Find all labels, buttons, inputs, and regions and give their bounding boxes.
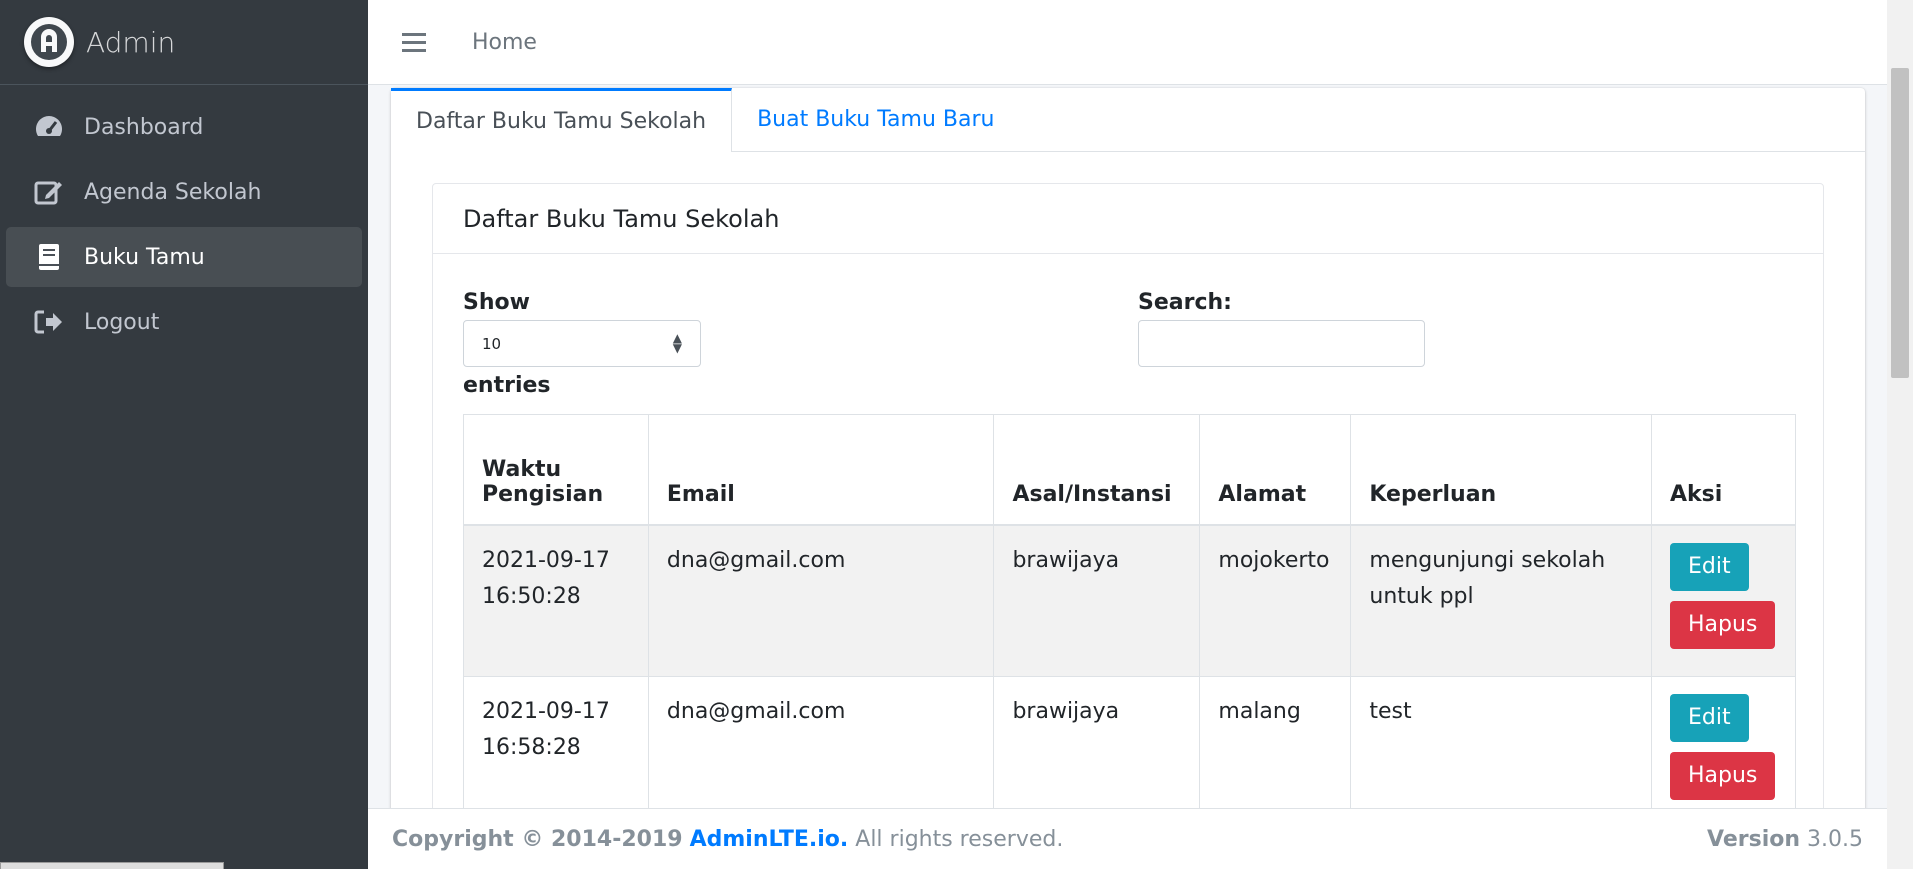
show-label: Show — [463, 290, 530, 315]
cell-alamat: malang — [1199, 675, 1352, 828]
table-header-row: Waktu Pengisian Email Asal/Instansi Alam… — [463, 414, 1797, 526]
top-navbar: Home — [368, 0, 1887, 85]
entries-label: entries — [463, 373, 551, 398]
version-info: Version 3.0.5 — [1707, 827, 1863, 852]
home-link[interactable]: Home — [472, 30, 537, 55]
column-header-keperluan[interactable]: Keperluan — [1350, 414, 1652, 526]
table-controls: Show 10 ▲ ▼ entries Search: — [433, 254, 1823, 414]
version-label: Version — [1707, 826, 1801, 852]
cell-keperluan: mengunjungi sekolah untuk ppl — [1350, 524, 1652, 677]
scrollbar-thumb[interactable] — [1891, 68, 1909, 378]
sidebar-nav: Dashboard Agenda Sekolah Buku Tamu Logou… — [0, 85, 368, 369]
table-row: 2021-09-17 16:58:28 dna@gmail.com brawij… — [463, 675, 1797, 828]
card-title: Daftar Buku Tamu Sekolah — [433, 184, 1823, 254]
cell-email: dna@gmail.com — [647, 675, 995, 828]
sidebar-item-logout[interactable]: Logout — [6, 292, 362, 352]
brand-text: Admin — [86, 25, 176, 59]
search-input[interactable] — [1138, 320, 1425, 367]
guestbook-table: Waktu Pengisian Email Asal/Instansi Alam… — [463, 414, 1797, 828]
cell-asal: brawijaya — [993, 675, 1201, 828]
search-label: Search: — [1138, 290, 1232, 315]
cell-keperluan: test — [1350, 675, 1652, 828]
adminlte-link[interactable]: AdminLTE.io. — [690, 827, 849, 852]
delete-button[interactable]: Hapus — [1669, 600, 1776, 649]
guestbook-card: Daftar Buku Tamu Sekolah Show 10 ▲ ▼ entr… — [432, 183, 1824, 869]
delete-button[interactable]: Hapus — [1669, 751, 1776, 800]
sidebar-item-label: Logout — [84, 309, 160, 335]
cell-alamat: mojokerto — [1199, 524, 1352, 677]
sign-out-icon — [34, 307, 64, 337]
column-header-aksi[interactable]: Aksi — [1650, 414, 1797, 526]
tab-buat-buku-tamu-baru[interactable]: Buat Buku Tamu Baru — [732, 88, 1019, 151]
cell-waktu: 2021-09-17 16:50:28 — [463, 524, 649, 677]
main-footer: Copyright © 2014-2019 AdminLTE.io. All r… — [368, 808, 1887, 869]
cell-asal: brawijaya — [993, 524, 1201, 677]
cell-aksi: Edit Hapus — [1650, 675, 1797, 828]
sidebar-item-label: Agenda Sekolah — [84, 179, 262, 205]
entries-select[interactable]: 10 ▲ ▼ — [463, 320, 701, 367]
column-header-asal[interactable]: Asal/Instansi — [993, 414, 1201, 526]
entries-select-value: 10 — [482, 334, 502, 353]
cell-email: dna@gmail.com — [647, 524, 995, 677]
tab-daftar-buku-tamu[interactable]: Daftar Buku Tamu Sekolah — [391, 88, 733, 152]
rights-text: All rights reserved. — [855, 826, 1064, 852]
brand-link[interactable]: Admin — [0, 0, 368, 85]
main-sidebar: Admin Dashboard Agenda Sekolah Buku Tamu… — [0, 0, 368, 869]
tab-bar: Daftar Buku Tamu Sekolah Buat Buku Tamu … — [391, 88, 1865, 152]
main-card: Daftar Buku Tamu Sekolah Buat Buku Tamu … — [391, 88, 1865, 869]
tachometer-icon — [34, 112, 64, 142]
version-number: 3.0.5 — [1807, 826, 1863, 852]
sidebar-item-label: Dashboard — [84, 114, 204, 140]
sidebar-item-agenda-sekolah[interactable]: Agenda Sekolah — [6, 162, 362, 222]
column-header-email[interactable]: Email — [647, 414, 995, 526]
sidebar-item-dashboard[interactable]: Dashboard — [6, 97, 362, 157]
sidebar-item-label: Buku Tamu — [84, 244, 205, 270]
page-scrollbar[interactable] — [1887, 0, 1913, 869]
table-row: 2021-09-17 16:50:28 dna@gmail.com brawij… — [463, 524, 1797, 677]
column-header-alamat[interactable]: Alamat — [1199, 414, 1352, 526]
sort-caret-icon: ▲ ▼ — [672, 331, 682, 355]
sidebar-item-buku-tamu[interactable]: Buku Tamu — [6, 227, 362, 287]
adminlte-logo-icon — [24, 17, 74, 67]
copyright-text: Copyright © 2014-2019 — [392, 826, 683, 852]
edit-icon — [34, 177, 64, 207]
browser-status-bar — [0, 862, 224, 869]
column-header-waktu[interactable]: Waktu Pengisian — [463, 414, 649, 526]
edit-button[interactable]: Edit — [1669, 542, 1749, 591]
cell-waktu: 2021-09-17 16:58:28 — [463, 675, 649, 828]
hamburger-menu-icon[interactable] — [402, 32, 426, 52]
book-icon — [34, 242, 64, 272]
edit-button[interactable]: Edit — [1669, 693, 1749, 742]
cell-aksi: Edit Hapus — [1650, 524, 1797, 677]
